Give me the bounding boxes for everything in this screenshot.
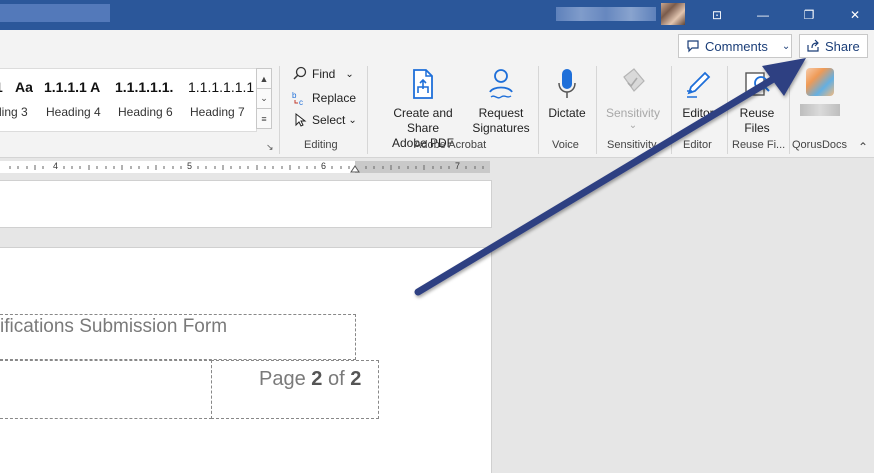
annotation-arrow [414, 58, 806, 296]
